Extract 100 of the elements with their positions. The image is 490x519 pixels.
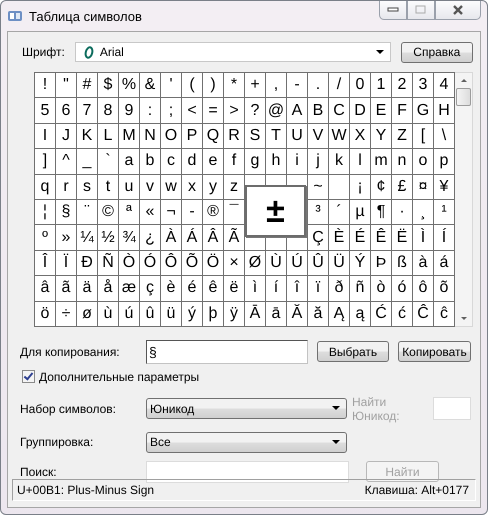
character-cell[interactable]: x — [182, 174, 202, 199]
character-cell[interactable]: ĉ — [434, 302, 454, 326]
character-grid[interactable] — [34, 72, 455, 327]
character-cell[interactable]: Z — [392, 124, 412, 148]
character-cell[interactable]: : — [140, 98, 160, 123]
character-cell[interactable]: K — [77, 124, 97, 148]
character-cell[interactable]: © — [98, 200, 118, 224]
scrollbar[interactable] — [455, 72, 473, 327]
character-cell[interactable]: ¶ — [371, 200, 391, 224]
character-cell[interactable]: Ć — [371, 302, 391, 326]
character-cell[interactable]: O — [161, 124, 181, 148]
character-cell[interactable]: * — [224, 73, 244, 98]
character-cell[interactable]: ð — [329, 276, 349, 301]
character-cell[interactable]: ý — [182, 302, 202, 326]
character-cell[interactable]: ³ — [308, 200, 328, 224]
character-cell[interactable]: ^ — [56, 149, 76, 174]
character-cell[interactable]: ¿ — [140, 225, 160, 250]
close-button[interactable] — [435, 1, 481, 20]
character-cell[interactable]: J — [56, 124, 76, 148]
character-cell[interactable]: ¤ — [413, 174, 433, 199]
character-cell[interactable]: a — [119, 149, 139, 174]
character-cell[interactable]: ¢ — [371, 174, 391, 199]
character-cell[interactable]: L — [98, 124, 118, 148]
character-cell[interactable]: ª — [119, 200, 139, 224]
character-cell[interactable]: ¨ — [77, 200, 97, 224]
character-cell[interactable]: ® — [203, 200, 223, 224]
character-cell[interactable]: _ — [77, 149, 97, 174]
character-cell[interactable]: j — [308, 149, 328, 174]
character-cell[interactable]: ¼ — [77, 225, 97, 250]
character-cell[interactable]: T — [266, 124, 286, 148]
character-cell[interactable]: 6 — [56, 98, 76, 123]
character-cell[interactable]: p — [434, 149, 454, 174]
character-cell[interactable]: ô — [413, 276, 433, 301]
character-cell[interactable]: ´ — [329, 200, 349, 224]
character-cell[interactable]: » — [56, 225, 76, 250]
character-cell[interactable]: â — [35, 276, 55, 301]
character-cell[interactable]: Ö — [203, 250, 223, 276]
character-cell[interactable]: u — [119, 174, 139, 199]
character-cell[interactable]: v — [140, 174, 160, 199]
character-cell[interactable]: s — [77, 174, 97, 199]
character-cell[interactable]: , — [266, 73, 286, 98]
search-field[interactable] — [146, 460, 349, 483]
copy-field[interactable]: § — [146, 340, 308, 364]
character-cell[interactable]: t — [98, 174, 118, 199]
character-cell[interactable]: N — [140, 124, 160, 148]
character-cell[interactable]: ! — [35, 73, 55, 98]
character-cell[interactable]: Õ — [182, 250, 202, 276]
character-cell[interactable]: Ā — [245, 302, 265, 326]
character-cell[interactable]: ? — [245, 98, 265, 123]
character-cell[interactable]: Ç — [308, 225, 328, 250]
character-cell[interactable]: « — [140, 200, 160, 224]
character-cell[interactable]: w — [161, 174, 181, 199]
character-cell[interactable]: $ — [98, 73, 118, 98]
character-cell[interactable]: ¥ — [434, 174, 454, 199]
character-cell[interactable]: æ — [119, 276, 139, 301]
character-cell[interactable]: o — [413, 149, 433, 174]
character-cell[interactable]: è — [161, 276, 181, 301]
character-cell[interactable]: Ý — [350, 250, 370, 276]
character-cell[interactable]: Q — [203, 124, 223, 148]
character-cell[interactable]: \ — [434, 124, 454, 148]
character-cell[interactable]: ù — [98, 302, 118, 326]
character-cell[interactable]: 3 — [413, 73, 433, 98]
character-cell[interactable]: Ø — [245, 250, 265, 276]
character-cell[interactable]: < — [182, 98, 202, 123]
character-cell[interactable]: ; — [161, 98, 181, 123]
character-cell[interactable]: b — [140, 149, 160, 174]
character-cell[interactable]: V — [308, 124, 328, 148]
character-cell[interactable]: Ô — [161, 250, 181, 276]
charset-dropdown[interactable]: Юникод — [146, 398, 347, 420]
character-cell[interactable]: Ó — [140, 250, 160, 276]
character-cell[interactable]: É — [350, 225, 370, 250]
character-cell[interactable]: > — [224, 98, 244, 123]
character-cell[interactable]: ò — [371, 276, 391, 301]
character-cell[interactable]: F — [392, 98, 412, 123]
character-cell[interactable]: 0 — [350, 73, 370, 98]
character-cell[interactable]: = — [203, 98, 223, 123]
character-cell[interactable]: ç — [140, 276, 160, 301]
character-cell[interactable]: ú — [119, 302, 139, 326]
character-cell[interactable]: Â — [203, 225, 223, 250]
character-cell[interactable]: / — [329, 73, 349, 98]
character-cell[interactable]: h — [266, 149, 286, 174]
character-cell[interactable]: 4 — [434, 73, 454, 98]
character-cell[interactable]: ä — [77, 276, 97, 301]
character-cell[interactable]: Ê — [371, 225, 391, 250]
character-cell[interactable]: Ð — [77, 250, 97, 276]
character-cell[interactable]: À — [161, 225, 181, 250]
minimize-button[interactable] — [379, 1, 407, 20]
character-cell[interactable]: û — [140, 302, 160, 326]
character-cell[interactable]: 1 — [371, 73, 391, 98]
character-cell[interactable]: 2 — [392, 73, 412, 98]
character-cell[interactable]: ÷ — [56, 302, 76, 326]
character-cell[interactable]: + — [245, 73, 265, 98]
character-cell[interactable]: 7 — [77, 98, 97, 123]
character-cell[interactable]: ¸ — [413, 200, 433, 224]
character-cell[interactable]: ' — [161, 73, 181, 98]
character-cell[interactable]: õ — [434, 276, 454, 301]
character-cell[interactable]: " — [56, 73, 76, 98]
character-cell[interactable]: È — [329, 225, 349, 250]
character-cell[interactable]: X — [350, 124, 370, 148]
character-cell[interactable]: l — [350, 149, 370, 174]
